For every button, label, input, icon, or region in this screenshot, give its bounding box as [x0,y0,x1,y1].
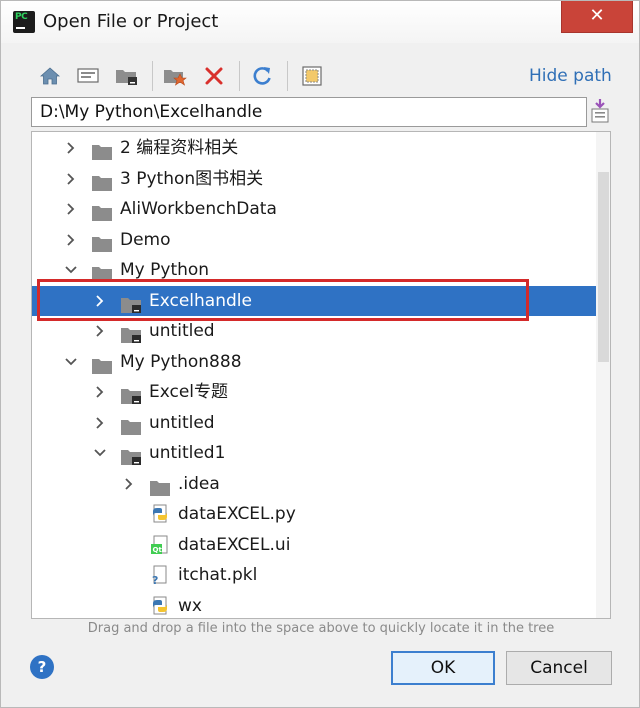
ok-button[interactable]: OK [391,651,495,685]
drag-drop-hint: Drag and drop a file into the space abov… [87,621,555,636]
python-file-icon [150,504,170,523]
project-folder-icon [121,293,141,313]
svg-text:Qt: Qt [153,546,163,554]
chevron-right-icon[interactable] [64,194,78,224]
tree-row[interactable]: Excel专题 [32,377,596,407]
svg-text:?: ? [152,574,158,585]
tree-row-label: untitled [149,412,215,433]
window-title: Open File or Project [43,11,219,32]
tree-row-label: dataEXCEL.py [178,504,296,524]
unknown-file-icon: ? [150,565,170,587]
tree-row[interactable]: 2 编程资料相关 [32,133,596,163]
help-button[interactable]: ? [30,655,54,679]
tree-row[interactable]: untitled1 [32,438,596,468]
toolbar: Hide path [1,55,639,95]
tree-row[interactable]: untitled [32,408,596,438]
tree-row-selected[interactable]: Excelhandle [32,285,596,316]
tree-row-label: AliWorkbenchData [120,199,277,219]
folder-icon [92,262,112,282]
project-folder-icon [121,384,141,404]
project-folder-icon [121,323,141,343]
tree-row[interactable]: Qt dataEXCEL.ui [32,530,596,560]
folder-icon [92,171,112,191]
tree-row-label: untitled [149,321,215,341]
scrollbar-thumb[interactable] [598,172,609,362]
tree-row[interactable]: My Python [32,255,596,285]
title-bar: PC Open File or Project ✕ [1,1,639,43]
pycharm-app-icon: PC [13,11,35,33]
tree-row[interactable]: Demo [32,225,596,255]
folder-icon [92,140,112,160]
tree-row[interactable]: dataEXCEL.py [32,499,596,529]
tree-row[interactable]: ? itchat.pkl [32,560,596,590]
home-icon[interactable] [37,63,63,89]
folder-icon [92,354,112,374]
tree-row-label: Demo [120,229,171,250]
chevron-right-icon[interactable] [64,225,78,255]
tree-row-label: Excel专题 [149,382,229,402]
tree-row-label: 3 Python图书相关 [120,168,264,189]
tree-row[interactable]: My Python888 [32,347,596,377]
delete-icon[interactable] [201,63,227,89]
chevron-right-icon[interactable] [93,408,107,438]
qt-file-icon: Qt [150,535,170,554]
tree-row[interactable]: wx [32,591,596,619]
path-history-icon[interactable] [589,97,611,125]
cancel-button[interactable]: Cancel [506,651,612,685]
path-input[interactable]: D:\My Python\Excelhandle [31,97,587,127]
tree-row-label: dataEXCEL.ui [178,534,291,555]
folder-icon [92,201,112,221]
project-icon[interactable] [114,63,140,89]
file-tree[interactable]: wx? itchat.pkl Qt dataEXCEL.ui dataEXCEL.py.… [31,131,611,619]
chevron-right-icon[interactable] [64,133,78,163]
desktop-icon[interactable] [75,63,101,89]
folder-icon [121,415,141,435]
open-file-dialog: PC Open File or Project ✕ Hide path D:\M… [0,0,640,708]
chevron-right-icon[interactable] [93,377,107,407]
close-button[interactable]: ✕ [561,1,633,33]
tree-row[interactable]: AliWorkbenchData [32,194,596,224]
tree-row[interactable]: 3 Python图书相关 [32,164,596,194]
tree-row[interactable]: .idea [32,469,596,499]
tree-row-label: My Python [120,260,210,280]
chevron-right-icon[interactable] [93,316,107,346]
app-icon-text: PC [15,12,28,22]
tree-row-label: .idea [178,473,220,494]
chevron-right-icon[interactable] [64,164,78,194]
new-folder-icon[interactable] [162,63,188,89]
python-file-icon [150,596,170,614]
chevron-down-icon[interactable] [64,347,78,377]
show-hidden-icon[interactable] [299,63,325,89]
tree-row-label: itchat.pkl [178,565,258,585]
chevron-down-icon[interactable] [64,255,78,285]
folder-icon [92,232,112,252]
tree-row[interactable]: untitled [32,316,596,346]
tree-scrollbar[interactable] [596,132,610,618]
hide-path-link[interactable]: Hide path [529,66,612,86]
tree-row-label: Excelhandle [149,290,252,311]
refresh-icon[interactable] [249,63,275,89]
folder-icon [150,476,170,496]
project-folder-icon [121,445,141,465]
chevron-right-icon[interactable] [122,469,136,499]
tree-row-label: My Python888 [120,351,242,372]
tree-row-label: 2 编程资料相关 [120,138,239,158]
tree-row-label: untitled1 [149,443,226,463]
chevron-right-icon[interactable] [93,286,107,316]
chevron-down-icon[interactable] [93,438,107,468]
tree-row-label: wx [178,595,202,616]
